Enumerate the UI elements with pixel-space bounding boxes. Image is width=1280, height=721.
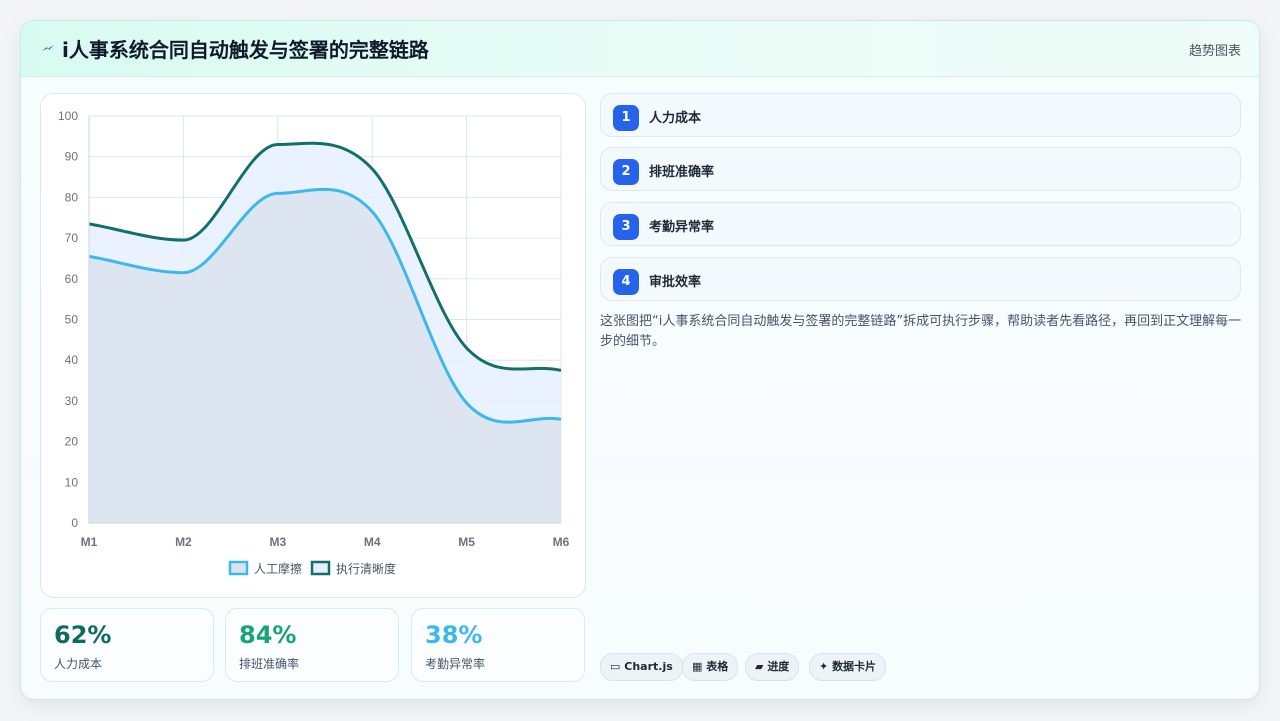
main-card: i人事系统合同自动触发与签署的完整链路 趋势图表 0 10 20 30 40 50 60 70… [20, 20, 1260, 700]
y-tick-label: 20 [65, 435, 79, 449]
step-item-2[interactable]: 2 排班准确率 [600, 147, 1241, 191]
step-label: 考勤异常率 [649, 220, 715, 235]
legend-label: 人工摩擦 [254, 561, 302, 576]
step-number: 3 [613, 214, 639, 240]
y-tick-label: 60 [65, 272, 79, 286]
legend-swatch [228, 560, 249, 576]
step-label: 排班准确率 [649, 165, 715, 180]
page-title: i人事系统合同自动触发与签署的完整链路 [62, 38, 429, 62]
chip-label: 数据卡片 [832, 660, 877, 673]
x-tick-label: M6 [553, 535, 570, 549]
stat-value: 62% [54, 621, 112, 649]
y-tick-label: 90 [65, 150, 79, 164]
stat-label: 人力成本 [54, 657, 103, 671]
y-tick-label: 70 [65, 231, 79, 245]
stat-card-1: 62% 人力成本 [40, 608, 214, 682]
sparkle-icon: ✦ [819, 660, 829, 673]
chip-label: 进度 [767, 660, 790, 673]
x-tick-label: M4 [364, 535, 381, 549]
step-item-3[interactable]: 3 考勤异常率 [600, 202, 1241, 246]
y-tick-label: 10 [65, 475, 79, 489]
x-tick-label: M2 [175, 535, 192, 549]
x-tick-label: M5 [458, 535, 475, 549]
y-tick-label: 0 [71, 516, 78, 530]
header: i人事系统合同自动触发与签署的完整链路 趋势图表 [21, 21, 1259, 77]
description-text: 这张图把“i人事系统合同自动触发与签署的完整链路”拆成可执行步骤，帮助读者先看路… [600, 314, 1242, 349]
step-item-4[interactable]: 4 审批效率 [600, 257, 1241, 301]
table-icon: ▦ [692, 660, 703, 673]
chip-label: Chart.js [624, 660, 673, 673]
lightning-icon [42, 45, 54, 51]
chart-icon: ▭ [610, 660, 621, 673]
stat-label: 考勤异常率 [425, 657, 486, 671]
stat-value: 38% [425, 621, 483, 649]
y-tick-label: 100 [58, 109, 78, 123]
y-tick-label: 50 [65, 313, 79, 327]
stat-card-2: 84% 排班准确率 [225, 608, 399, 682]
progress-icon: ▰ [755, 660, 764, 673]
x-tick-label: M1 [81, 535, 98, 549]
step-number: 2 [613, 159, 639, 185]
stat-label: 排班准确率 [239, 657, 300, 671]
chip-table[interactable]: ▦ 表格 [682, 653, 739, 681]
y-tick-label: 80 [65, 190, 79, 204]
legend-label: 执行清晰度 [336, 561, 396, 576]
line-chart: 0 10 20 30 40 50 60 70 80 90 100 M1 M2 M3 M4 M5 M6 人工摩擦 执行… [58, 109, 570, 576]
chip-chartjs[interactable]: ▭ Chart.js [600, 653, 683, 681]
chip-data-card[interactable]: ✦ 数据卡片 [809, 653, 887, 681]
chart-type-tag: 趋势图表 [1188, 44, 1241, 59]
chart-panel: 0 10 20 30 40 50 60 70 80 90 100 M1 M2 M3 M4 M5 M6 人工摩擦 执行… [40, 93, 586, 598]
step-number: 1 [613, 105, 639, 131]
stat-card-3: 38% 考勤异常率 [411, 608, 585, 682]
stat-value: 84% [239, 621, 297, 649]
step-label: 审批效率 [649, 275, 702, 290]
chip-progress[interactable]: ▰ 进度 [745, 653, 800, 681]
y-tick-label: 30 [65, 394, 79, 408]
x-tick-label: M3 [269, 535, 286, 549]
step-label: 人力成本 [649, 111, 702, 126]
step-number: 4 [613, 269, 639, 295]
y-tick-label: 40 [65, 353, 79, 367]
legend-swatch [310, 560, 331, 576]
step-item-1[interactable]: 1 人力成本 [600, 93, 1241, 137]
chip-label: 表格 [706, 660, 729, 673]
